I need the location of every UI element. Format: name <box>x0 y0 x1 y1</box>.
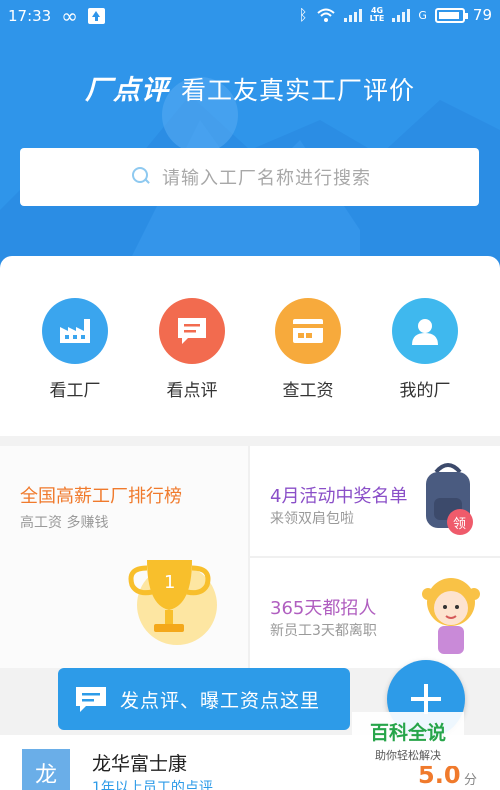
nav-label: 看点评 <box>166 381 218 401</box>
nav-view-factory[interactable]: 看工厂 <box>25 298 125 401</box>
promo-title: 全国高薪工厂排行榜 <box>20 486 182 507</box>
watermark-subtitle: 助你轻松解决 <box>375 749 441 762</box>
girl-illustration <box>422 578 480 654</box>
nav-label: 看工厂 <box>49 381 101 401</box>
promo-title: 4月活动中奖名单 <box>270 486 408 507</box>
backpack-icon: 领 <box>426 463 473 535</box>
watermark: 百科全说 助你轻松解决 <box>352 712 464 766</box>
post-review-label: 发点评、曝工资点这里 <box>120 689 321 712</box>
status-bar: 17:33 ∞ ᛒ 4G LTE G 79 <box>0 0 500 32</box>
factory-avatar: 龙 <box>22 749 70 790</box>
promo-subtitle: 高工资 多赚钱 <box>20 515 109 531</box>
factory-icon <box>42 298 108 364</box>
promo-subtitle: 新员工3天都离职 <box>270 623 377 639</box>
promo-title: 365天都招人 <box>270 598 377 619</box>
svg-text:1: 1 <box>164 572 175 593</box>
sim-type: G <box>418 8 427 22</box>
app-logo: 厂点评 <box>84 75 169 106</box>
factory-name: 龙华富士康 <box>92 753 188 775</box>
network-type: 4G LTE <box>369 6 385 23</box>
promo-subtitle: 来领双肩包啦 <box>270 511 354 527</box>
brand-header: 厂点评 看工友真实工厂评价 <box>0 68 500 107</box>
salary-card-icon <box>275 298 341 364</box>
nav-check-salary[interactable]: 查工资 <box>258 298 358 401</box>
battery-level: 79 <box>472 6 492 24</box>
user-icon <box>392 298 458 364</box>
app-slogan: 看工友真实工厂评价 <box>180 76 415 105</box>
review-subtitle: 1年以上员工的点评 <box>92 780 213 790</box>
app-screen: 17:33 ∞ ᛒ 4G LTE G 79 厂点评 看工友真实工厂评价 请输入工… <box>0 0 500 790</box>
wifi-icon <box>317 8 335 22</box>
infinity-icon: ∞ <box>61 4 78 28</box>
signal-bars-icon <box>343 8 362 22</box>
promo-event[interactable]: 4月活动中奖名单 来领双肩包啦 领 <box>250 446 500 556</box>
score-unit: 分 <box>464 773 478 788</box>
trophy-icon: 1 <box>128 560 217 645</box>
comment-icon <box>159 298 225 364</box>
signal-bars-icon-2 <box>392 8 411 22</box>
status-time: 17:33 <box>8 7 52 25</box>
post-review-bar[interactable]: 发点评、曝工资点这里 <box>58 668 350 730</box>
bluetooth-icon: ᛒ <box>298 6 308 24</box>
nav-label: 查工资 <box>282 381 334 401</box>
search-placeholder: 请输入工厂名称进行搜索 <box>162 168 371 189</box>
nav-view-reviews[interactable]: 看点评 <box>142 298 242 401</box>
search-icon <box>132 167 152 187</box>
promo-hiring[interactable]: 365天都招人 新员工3天都离职 <box>250 558 500 668</box>
quick-nav: 看工厂 看点评 查工资 我的厂 <box>0 256 500 436</box>
claim-badge: 领 <box>453 517 466 532</box>
search-box[interactable]: 请输入工厂名称进行搜索 <box>20 148 479 206</box>
header-banner: 17:33 ∞ ᛒ 4G LTE G 79 厂点评 看工友真实工厂评价 请输入工… <box>0 0 500 300</box>
promo-ranking[interactable]: 全国高薪工厂排行榜 高工资 多赚钱 1 <box>0 446 248 668</box>
nav-label: 我的厂 <box>399 381 451 401</box>
watermark-title: 百科全说 <box>369 722 446 744</box>
battery-icon <box>434 7 468 23</box>
nav-my-factory[interactable]: 我的厂 <box>375 298 475 401</box>
comment-icon <box>76 687 106 712</box>
promo-section: 全国高薪工厂排行榜 高工资 多赚钱 1 4月活动中奖名单 来领双肩包啦 领 36… <box>0 446 500 668</box>
upload-icon <box>87 8 105 24</box>
